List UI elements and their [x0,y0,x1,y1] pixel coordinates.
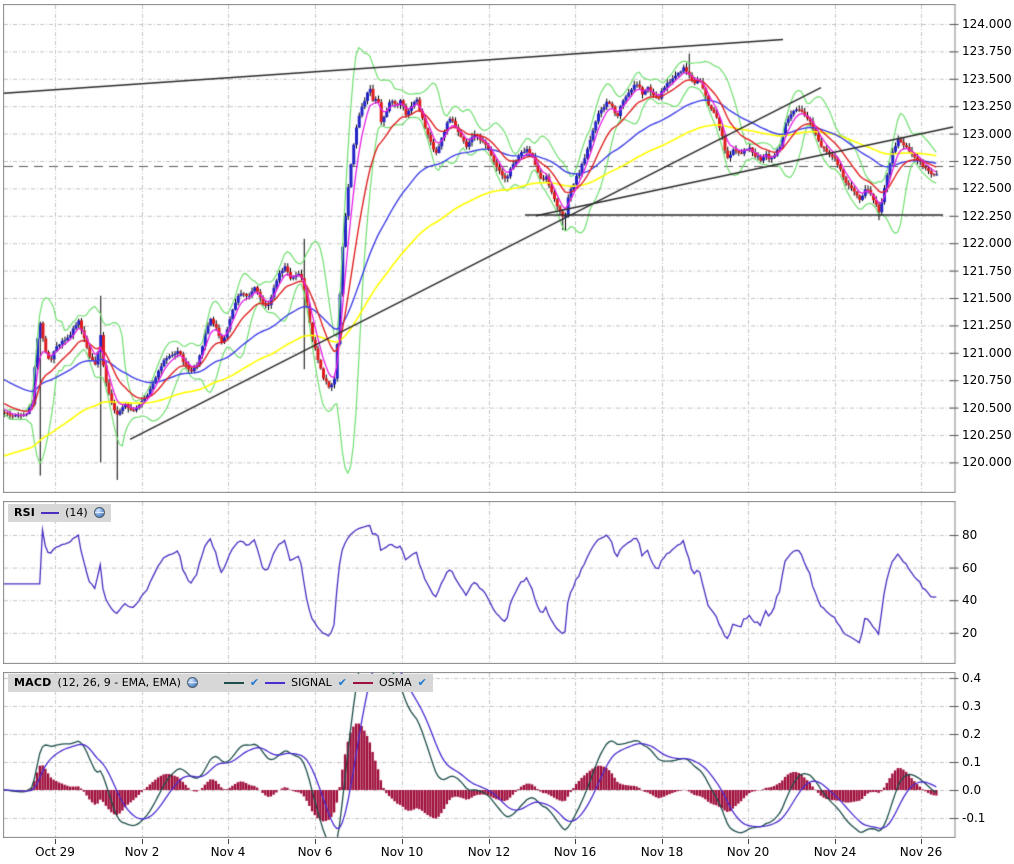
main-price-chart-canvas[interactable] [3,4,959,493]
date-tick-label: Nov 10 [380,845,424,859]
macd-tick-label: -0.1 [962,811,986,825]
price-tick-label: 122.500 [962,181,1012,196]
price-tick-label: 121.250 [962,318,1012,333]
date-tick-mark [315,839,316,844]
signal-label: SIGNAL [291,676,332,689]
date-tick-mark [662,839,663,844]
price-tick-label: 122.750 [962,154,1012,168]
rsi-sample-line [41,511,60,514]
date-tick-label: Nov 2 [124,845,160,859]
price-tick-label: 120.750 [962,373,1012,388]
macd-line-sample [223,681,244,684]
rsi-indicator-canvas[interactable] [3,501,959,664]
price-tick-label: 123.000 [962,126,1012,141]
macd-title: MACD [14,676,52,689]
price-tick-label: 121.000 [962,345,1012,360]
date-tick-label: Nov 12 [467,845,511,859]
date-tick-label: Nov 18 [640,845,684,859]
macd-indicator-canvas[interactable] [3,672,959,838]
macd-settings-globe-icon[interactable] [186,677,198,688]
rsi-tick-label: 80 [962,528,978,542]
price-tick-label: 123.750 [962,44,1012,59]
date-tick-label: Nov 20 [726,845,770,859]
rsi-tick-label: 60 [962,560,978,575]
rsi-tick-label: 40 [962,593,978,608]
date-tick-label: Nov 4 [210,845,246,859]
price-tick-label: 121.500 [962,291,1012,305]
osma-label: OSMA [379,676,412,689]
price-tick-label: 120.000 [962,455,1012,470]
date-tick-mark [142,839,143,844]
macd-legend-chip: MACD (12, 26, 9 - EMA, EMA) ✔ SIGNAL ✔ O… [8,674,433,692]
macd-tick-label: 0.3 [962,699,982,713]
date-tick-label: Nov 6 [297,845,333,859]
price-tick-label: 122.250 [962,208,1012,223]
price-tick-label: 120.250 [962,428,1012,442]
price-tick-label: 121.750 [962,263,1012,278]
macd-tick-label: 0.0 [962,783,982,797]
date-tick-label: Nov 24 [813,845,857,859]
date-tick-mark [228,839,229,844]
date-tick-label: Nov 26 [899,845,943,859]
price-tick-label: 120.500 [962,400,1012,415]
date-tick-label: Nov 16 [553,845,597,859]
macd-params: (12, 26, 9 - EMA, EMA) [57,676,181,689]
chart-application-window: RSI (14) MACD (12, 26, 9 - EMA, EMA) ✔ S… [0,0,1014,864]
osma-checkbox[interactable]: ✔ [418,677,427,688]
rsi-legend-chip: RSI (14) [8,504,111,522]
signal-checkbox[interactable]: ✔ [338,677,347,688]
price-tick-label: 123.250 [962,99,1012,114]
date-tick-mark [55,839,56,844]
date-axis: Oct 29 Nov 2 Nov 4 Nov 6 Nov 10 Nov 12 Nov 16 N… [0,839,1014,864]
date-tick-mark [489,839,490,844]
date-tick-mark [835,839,836,844]
date-tick-mark [402,839,403,844]
macd-tick-label: 0.4 [962,671,982,685]
macd-tick-label: 0.2 [962,727,982,741]
macd-tick-label: 0.1 [962,755,982,769]
rsi-params: (14) [65,506,88,519]
price-tick-label: 123.500 [962,71,1012,86]
osma-line-sample [353,681,373,684]
rsi-tick-label: 20 [962,625,978,640]
signal-line-sample [265,681,286,684]
macd-line-checkbox[interactable]: ✔ [250,677,259,688]
price-tick-label: 122.000 [962,236,1012,251]
rsi-settings-globe-icon[interactable] [93,507,105,518]
date-tick-mark [748,839,749,844]
date-tick-mark [921,839,922,844]
price-tick-label: 124.000 [962,17,1012,31]
rsi-title: RSI [14,506,36,519]
date-tick-label: Oct 29 [35,845,75,859]
date-tick-mark [575,839,576,844]
